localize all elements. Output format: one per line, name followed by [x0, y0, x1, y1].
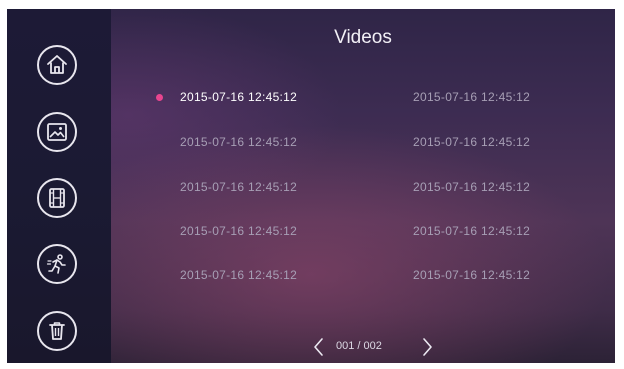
previous-page-button[interactable]	[309, 335, 329, 359]
video-browser-screen: Videos 2015-07-16 12:45:12 2015-07-16 12…	[7, 9, 615, 363]
chevron-left-icon	[314, 338, 323, 356]
pagination: 001 / 002	[111, 335, 615, 359]
video-item[interactable]: 2015-07-16 12:45:12	[413, 90, 530, 104]
video-item[interactable]: 2015-07-16 12:45:12	[413, 268, 530, 282]
video-item[interactable]: 2015-07-16 12:45:12	[413, 135, 530, 149]
chevron-right-icon	[423, 338, 432, 356]
next-page-button[interactable]	[417, 335, 437, 359]
video-item[interactable]: 2015-07-16 12:45:12	[180, 268, 297, 282]
video-item[interactable]: 2015-07-16 12:45:12	[180, 180, 297, 194]
video-item[interactable]: 2015-07-16 12:45:12	[180, 135, 297, 149]
video-item[interactable]: 2015-07-16 12:45:12	[413, 180, 530, 194]
video-item[interactable]: 2015-07-16 12:45:12	[180, 90, 297, 104]
video-item[interactable]: 2015-07-16 12:45:12	[180, 224, 297, 238]
selected-indicator	[156, 94, 163, 101]
page-indicator: 001 / 002	[336, 340, 382, 352]
video-list: 2015-07-16 12:45:12 2015-07-16 12:45:12 …	[7, 9, 615, 363]
video-item[interactable]: 2015-07-16 12:45:12	[413, 224, 530, 238]
